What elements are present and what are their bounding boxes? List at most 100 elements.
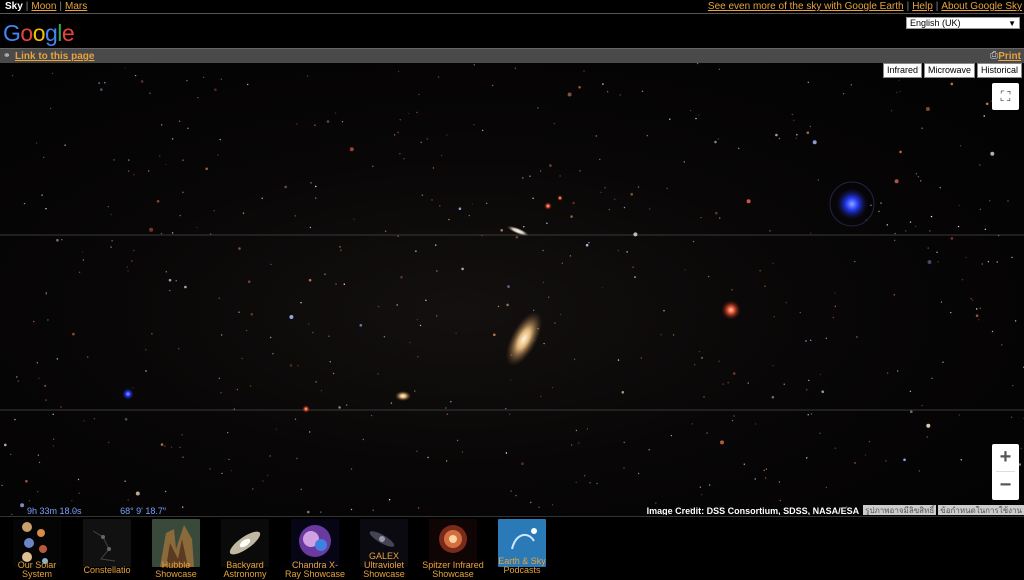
background-star <box>717 138 720 140</box>
nav-moon-link[interactable]: Moon <box>31 1 56 12</box>
showcase-item-chandra[interactable]: Chandra X-Ray Showcase <box>285 519 345 579</box>
background-star <box>481 234 483 237</box>
background-star <box>672 334 675 336</box>
background-star <box>896 91 898 94</box>
language-select[interactable]: English (UK) ▼ <box>906 17 1020 29</box>
help-link[interactable]: Help <box>912 1 933 12</box>
showcase-strip: Our Solar System Constellatio Hubble Sho… <box>0 516 1024 580</box>
google-sky-logo[interactable]: GoogleSky <box>3 20 1024 535</box>
background-star <box>885 460 887 462</box>
printer-icon[interactable]: ⎙ <box>990 50 998 61</box>
background-star <box>670 434 673 437</box>
background-star <box>996 261 998 263</box>
background-star <box>549 164 552 167</box>
background-star <box>589 482 591 484</box>
zoom-out-button[interactable]: − <box>992 472 1019 499</box>
background-star <box>991 330 994 333</box>
background-star <box>834 305 836 307</box>
background-star <box>500 229 504 232</box>
background-star <box>393 134 396 136</box>
background-star <box>834 292 836 294</box>
background-star <box>940 301 943 303</box>
background-star <box>505 407 507 410</box>
historical-layer-button[interactable]: Historical <box>976 63 1022 78</box>
microwave-layer-button[interactable]: Microwave <box>923 63 975 78</box>
background-star <box>733 415 735 417</box>
background-star <box>78 492 80 494</box>
background-star <box>614 198 616 200</box>
background-star <box>810 339 812 341</box>
right-ascension: 9h 33m 18.0s <box>27 506 82 515</box>
background-star <box>28 500 31 502</box>
nav-mars-link[interactable]: Mars <box>65 1 87 12</box>
background-star <box>634 276 636 278</box>
fullscreen-button[interactable]: ⛶ <box>992 83 1019 110</box>
showcase-item-constellation[interactable]: Constellatio <box>82 519 132 579</box>
infrared-layer-button[interactable]: Infrared <box>882 63 922 78</box>
background-star <box>554 322 556 324</box>
showcase-item-galex[interactable]: GALEX Ultraviolet Showcase <box>359 519 409 579</box>
background-star <box>113 159 115 161</box>
background-star <box>343 283 345 285</box>
background-star <box>461 451 464 453</box>
background-star <box>746 199 751 204</box>
background-star <box>309 431 311 433</box>
background-star <box>937 261 939 263</box>
showcase-item-backyard[interactable]: Backyard Astronomy <box>220 519 270 579</box>
background-star <box>893 294 895 296</box>
background-star <box>161 124 163 126</box>
background-star <box>604 187 606 189</box>
print-link[interactable]: Print <box>998 51 1021 62</box>
about-link[interactable]: About Google Sky <box>941 1 1022 12</box>
sky-map[interactable]: Infrared Microwave Historical ⛶ + − 9h 3… <box>0 63 1024 515</box>
background-star <box>419 324 422 327</box>
showcase-item-spitzer[interactable]: Spitzer Infrared Showcase <box>422 519 484 579</box>
showcase-label: Spitzer Infrared Showcase <box>422 560 484 579</box>
background-star <box>684 269 686 271</box>
background-star <box>990 151 995 156</box>
background-star <box>165 271 167 273</box>
background-star <box>127 270 129 272</box>
background-star <box>270 336 272 339</box>
background-star <box>124 67 127 69</box>
link-bar: ⚭ Link to this page ⎙ Print <box>0 48 1024 63</box>
dropdown-arrow-icon: ▼ <box>1008 19 1016 28</box>
link-to-page[interactable]: Link to this page <box>15 51 94 62</box>
background-star <box>715 211 718 215</box>
background-star <box>972 299 974 301</box>
background-star <box>218 297 220 299</box>
background-star <box>427 456 429 459</box>
background-star <box>44 385 46 387</box>
background-star <box>349 147 354 152</box>
background-star <box>894 239 896 242</box>
nav-sky: Sky <box>5 1 23 12</box>
background-star <box>458 207 462 210</box>
background-star <box>181 434 183 436</box>
background-star <box>731 289 733 291</box>
star-field <box>0 63 1024 515</box>
background-star <box>284 185 288 189</box>
constellation-icon <box>83 519 131 567</box>
background-star <box>542 249 544 252</box>
background-star <box>417 507 420 509</box>
showcase-item-podcasts[interactable]: Earth & Sky Podcasts <box>497 519 547 579</box>
background-star <box>1020 447 1022 450</box>
background-star <box>14 418 16 421</box>
background-star <box>926 436 928 438</box>
background-star <box>23 202 26 205</box>
copyright-link[interactable]: รูปภาพอาจมีลิขสิทธิ์ <box>863 505 937 515</box>
background-star <box>270 263 272 266</box>
background-star <box>456 439 459 442</box>
terms-link[interactable]: ข้อกำหนดในการใช้งาน <box>938 505 1024 515</box>
background-star <box>396 304 398 306</box>
google-earth-link[interactable]: See even more of the sky with Google Ear… <box>708 1 904 12</box>
showcase-item-hubble[interactable]: Hubble Showcase <box>151 519 201 579</box>
background-star <box>553 122 555 125</box>
background-star <box>1014 320 1017 322</box>
zoom-in-button[interactable]: + <box>992 444 1019 471</box>
background-star <box>145 349 147 351</box>
background-star <box>970 298 972 300</box>
background-star <box>909 390 912 392</box>
background-star <box>170 446 173 448</box>
showcase-item-solar-system[interactable]: Our Solar System <box>12 519 62 579</box>
